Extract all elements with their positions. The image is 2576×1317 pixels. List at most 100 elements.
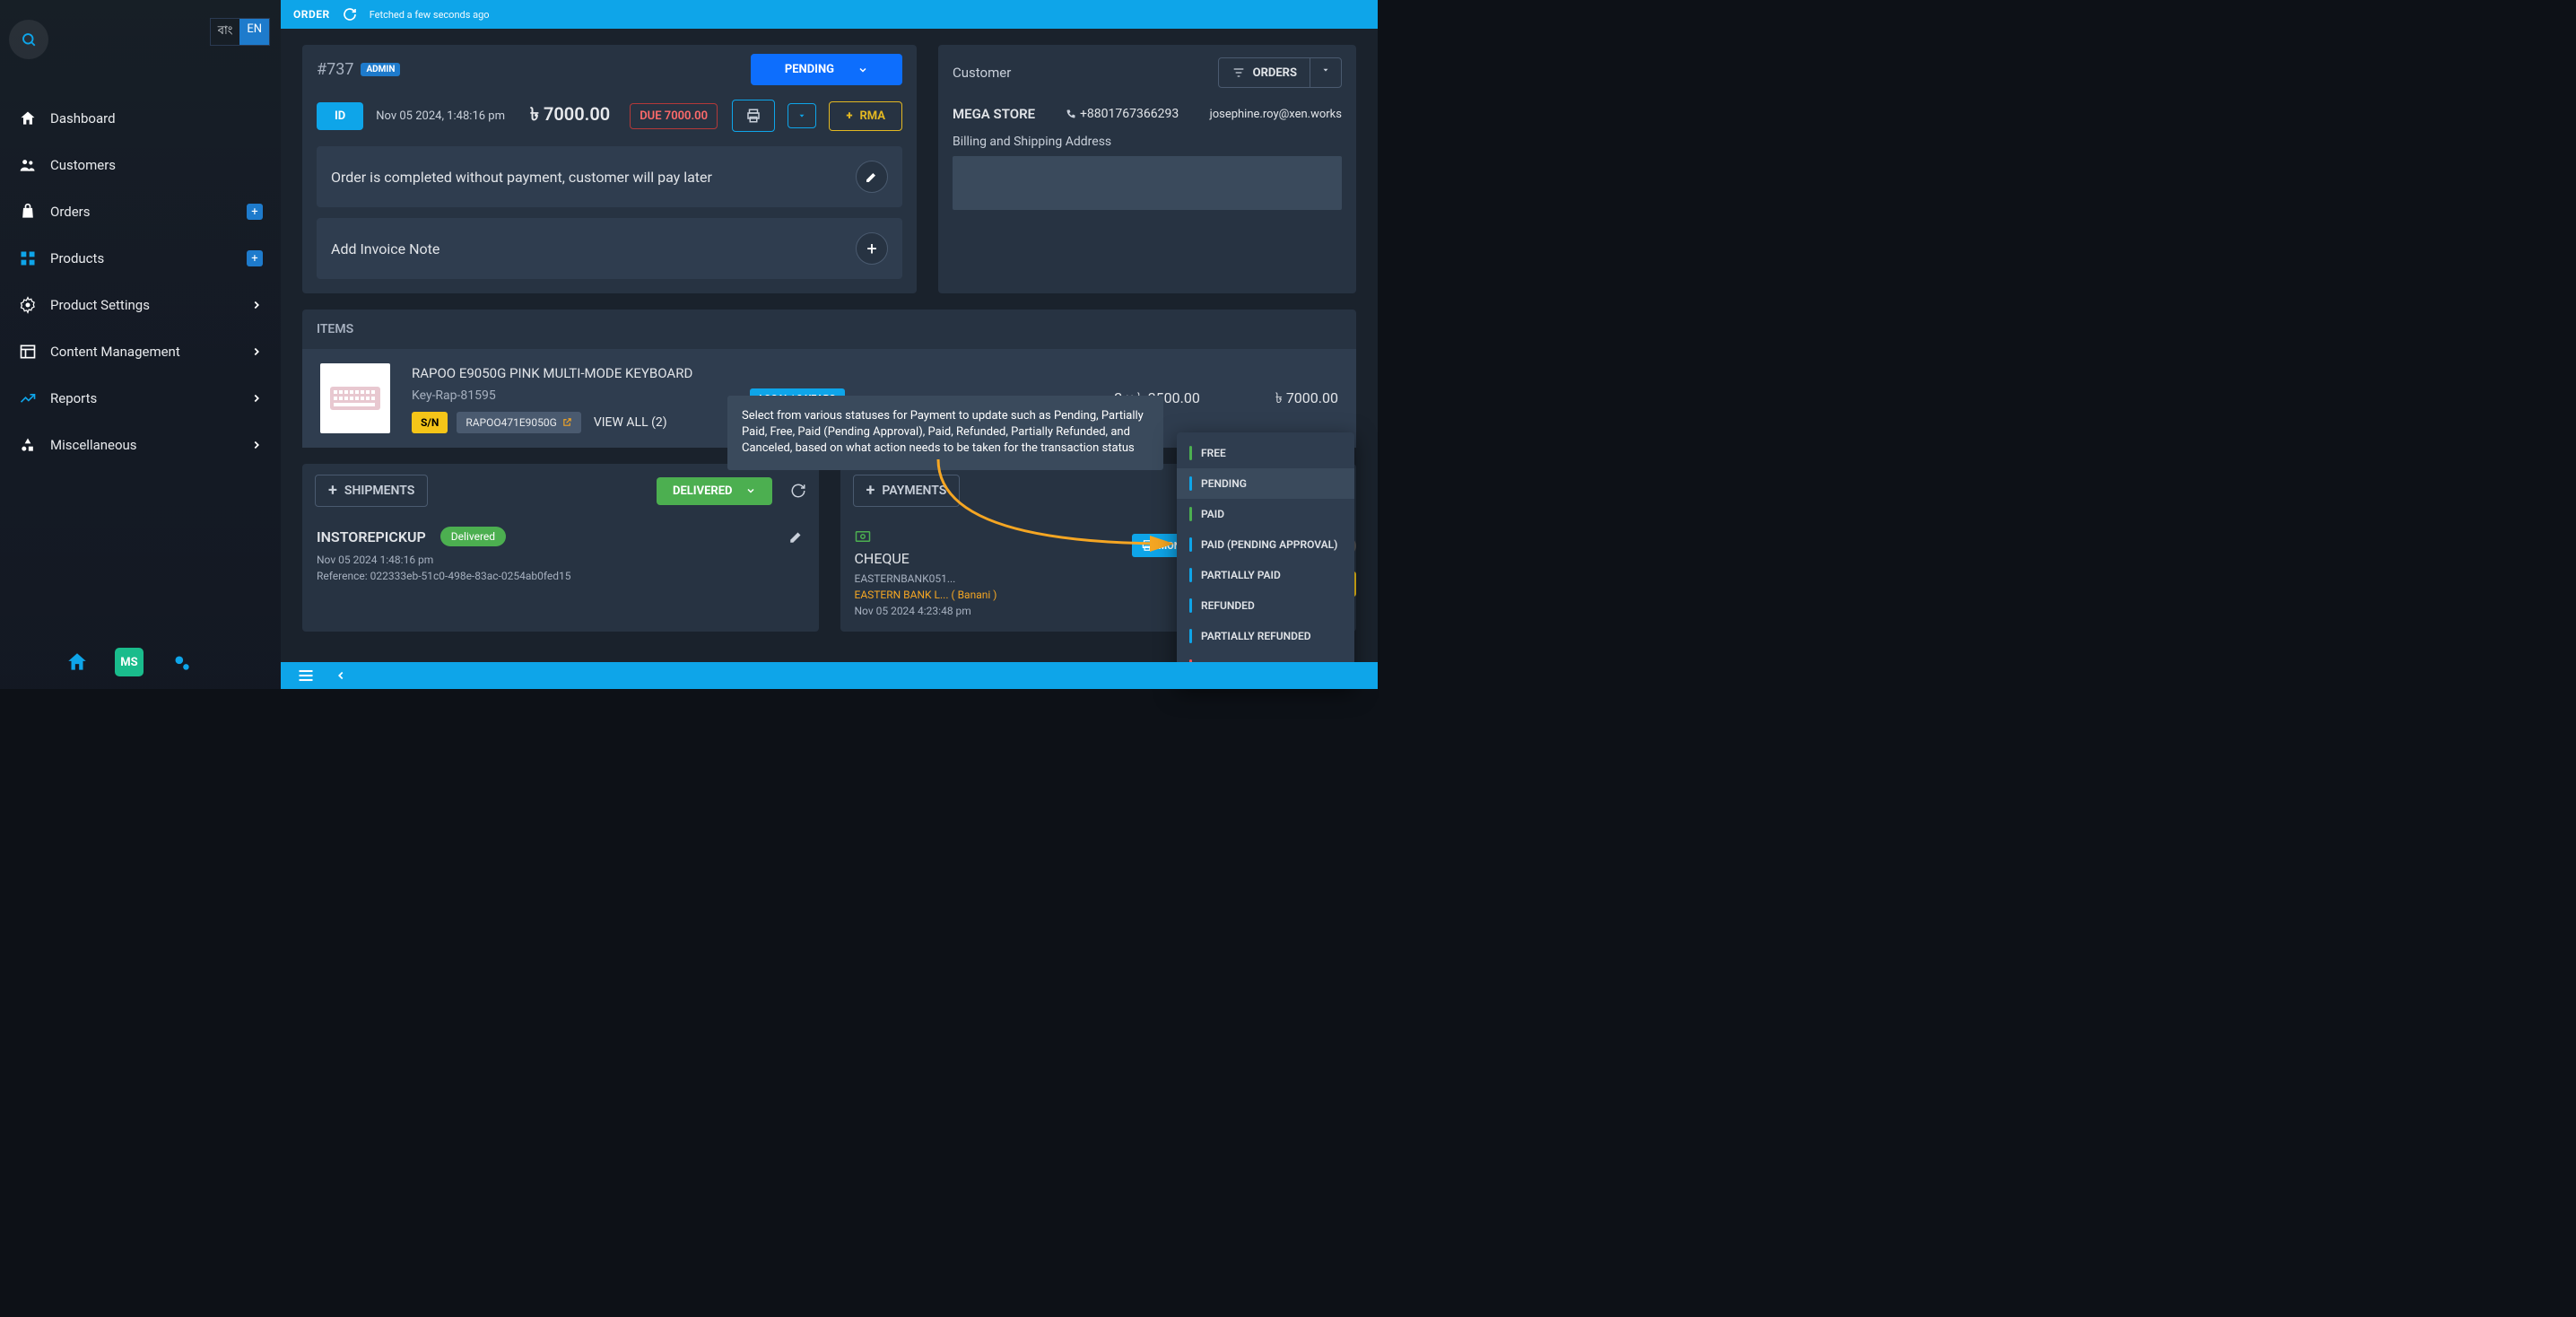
chevron-right-icon — [250, 345, 263, 358]
payment-status-option[interactable]: REFUNDED — [1177, 590, 1354, 621]
order-id: #737 — [317, 60, 353, 79]
order-note-text: Order is completed without payment, cust… — [331, 169, 712, 186]
customer-email: josephine.roy@xen.works — [1210, 108, 1342, 121]
payment-status-option[interactable]: PENDING — [1177, 468, 1354, 499]
language-switch[interactable]: বাং EN — [210, 18, 270, 46]
order-status-label: PENDING — [785, 63, 834, 76]
breadcrumb-order: ORDER — [293, 8, 330, 21]
settings-shortcut[interactable] — [167, 648, 196, 676]
order-total: ৳ 7000.00 — [530, 101, 610, 131]
sidebar-item-dashboard[interactable]: Dashboard — [0, 95, 281, 142]
rma-button[interactable]: + RMA — [829, 101, 902, 131]
sidebar-item-label: Orders — [50, 204, 91, 220]
order-status-button[interactable]: PENDING — [751, 54, 902, 85]
view-all-serials[interactable]: VIEW ALL (2) — [594, 415, 667, 430]
address-label: Billing and Shipping Address — [938, 122, 1356, 156]
status-color-bar — [1189, 598, 1192, 613]
menu-toggle[interactable] — [297, 667, 315, 685]
status-tooltip: Select from various statuses for Payment… — [727, 396, 1163, 470]
sidebar-item-label: Product Settings — [50, 297, 150, 313]
refresh-icon[interactable] — [343, 7, 357, 22]
payment-status-option[interactable]: PAID (PENDING APPROVAL) — [1177, 529, 1354, 560]
sidebar-item-label: Customers — [50, 157, 116, 173]
payment-status-option[interactable]: FREE — [1177, 438, 1354, 468]
caret-down-icon — [797, 111, 806, 120]
item-sku: Key-Rap-81595 — [412, 388, 692, 403]
home-shortcut[interactable] — [63, 648, 91, 676]
refresh-shipments[interactable] — [790, 483, 806, 499]
sidebar-item-orders[interactable]: Orders + — [0, 188, 281, 235]
admin-badge: ADMIN — [361, 63, 400, 76]
sidebar-item-reports[interactable]: Reports — [0, 375, 281, 422]
edit-shipment-button[interactable] — [788, 528, 805, 545]
status-option-label: PARTIALLY REFUNDED — [1201, 630, 1311, 642]
serial-chip[interactable]: RAPOO471E9050G — [457, 412, 581, 433]
sidebar-item-products[interactable]: Products + — [0, 235, 281, 282]
add-shipment-button[interactable]: + SHIPMENTS — [315, 475, 428, 507]
external-link-icon — [562, 417, 572, 427]
item-thumbnail — [320, 363, 390, 433]
payment-status-option[interactable]: PARTIALLY REFUNDED — [1177, 621, 1354, 651]
status-option-label: PARTIALLY PAID — [1201, 569, 1281, 581]
bottom-bar — [281, 662, 1378, 689]
sidebar-item-customers[interactable]: Customers — [0, 142, 281, 188]
lang-en[interactable]: EN — [239, 19, 269, 45]
status-color-bar — [1189, 537, 1192, 552]
status-color-bar — [1189, 446, 1192, 460]
orders-filter-button[interactable]: ORDERS — [1219, 58, 1310, 87]
customer-store: MEGA STORE — [953, 106, 1035, 122]
status-option-label: REFUNDED — [1201, 599, 1255, 612]
customer-phone: +8801767366293 — [1066, 107, 1179, 121]
shipment-method: INSTOREPICKUP — [317, 528, 426, 545]
payment-status-option[interactable]: PARTIALLY PAID — [1177, 560, 1354, 590]
sn-chip[interactable]: S/N — [412, 412, 448, 433]
gear-icon — [18, 296, 38, 314]
order-card: #737 ADMIN PENDING ID Nov 05 2024, 1:48:… — [302, 45, 917, 293]
status-color-bar — [1189, 476, 1192, 491]
grid-icon — [18, 249, 38, 267]
chart-icon — [18, 389, 38, 407]
orders-filter-dropdown[interactable] — [1310, 58, 1341, 87]
order-datetime: Nov 05 2024, 1:48:16 pm — [376, 109, 505, 123]
add-order-button[interactable]: + — [247, 204, 263, 220]
store-badge[interactable]: MS — [115, 648, 144, 676]
due-badge: DUE 7000.00 — [630, 103, 718, 129]
bottom-icon-bar: MS — [63, 648, 196, 676]
payment-status-option[interactable]: PAID — [1177, 499, 1354, 529]
refresh-icon — [790, 483, 806, 499]
order-note: Order is completed without payment, cust… — [317, 146, 902, 207]
add-product-button[interactable]: + — [247, 250, 263, 266]
id-chip[interactable]: ID — [317, 102, 363, 130]
sidebar-item-content-management[interactable]: Content Management — [0, 328, 281, 375]
caret-down-icon — [1321, 65, 1330, 74]
add-invoice-note-button[interactable]: + — [856, 232, 888, 265]
shipment-reference: Reference: 022333eb-51c0-498e-83ac-0254a… — [317, 570, 805, 582]
status-option-label: FREE — [1201, 447, 1226, 459]
lang-bn[interactable]: বাং — [211, 19, 240, 45]
status-option-label: PAID (PENDING APPROVAL) — [1201, 538, 1337, 551]
chevron-right-icon — [250, 439, 263, 451]
address-box — [953, 156, 1342, 210]
sidebar-item-product-settings[interactable]: Product Settings — [0, 282, 281, 328]
phone-icon — [1066, 109, 1076, 119]
customer-card: Customer ORDERS MEGA STORE +880176736629… — [938, 45, 1356, 293]
back-button[interactable] — [335, 669, 347, 682]
shipment-status-pill: Delivered — [440, 527, 506, 546]
item-title: RAPOO E9050G PINK MULTI-MODE KEYBOARD — [412, 364, 692, 383]
status-option-label: PAID — [1201, 508, 1224, 520]
edit-note-button[interactable] — [856, 161, 888, 193]
add-payment-button[interactable]: + PAYMENTS — [853, 475, 961, 507]
print-button[interactable] — [732, 100, 775, 132]
pencil-icon — [865, 170, 879, 184]
sidebar-item-label: Reports — [50, 390, 97, 406]
shipments-card: + SHIPMENTS DELIVERED INSTOREPICKUP Deli… — [302, 464, 819, 632]
chevron-down-icon — [857, 65, 868, 75]
nav: Dashboard Customers Orders + Products + … — [0, 95, 281, 468]
search-button[interactable] — [9, 20, 48, 59]
print-dropdown[interactable] — [788, 103, 816, 128]
shipment-status-dropdown[interactable]: DELIVERED — [657, 477, 772, 505]
sidebar-item-label: Products — [50, 250, 104, 266]
chevron-right-icon — [250, 299, 263, 311]
sidebar-item-miscellaneous[interactable]: Miscellaneous — [0, 422, 281, 468]
layout-icon — [18, 343, 38, 361]
